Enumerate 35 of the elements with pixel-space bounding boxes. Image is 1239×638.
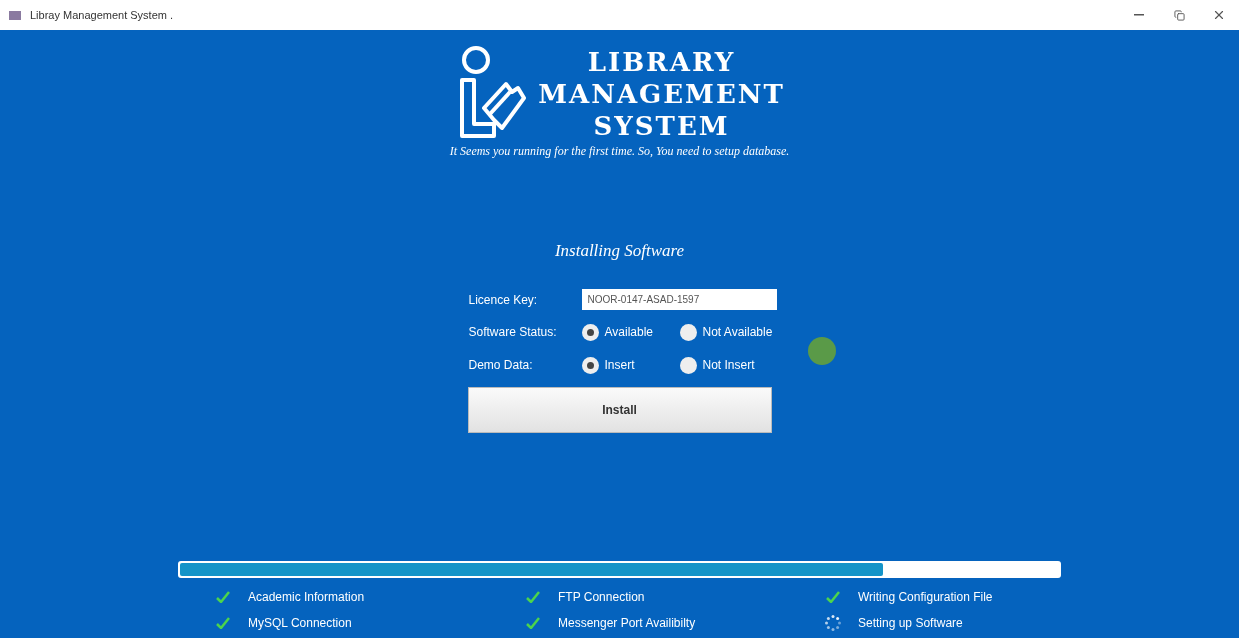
step-label: Academic Information [248, 589, 365, 606]
form-heading: Installing Software [554, 240, 685, 262]
setup-notice: It Seems you running for the first time. So, You need to setup database. [449, 143, 790, 160]
check-icon [216, 617, 230, 629]
check-icon [216, 591, 230, 603]
window-title: Libray Management System . [30, 7, 174, 23]
logo-text: LIBRARY [587, 46, 736, 78]
step-label: MySQL Connection [248, 615, 352, 632]
step-label: FTP Connection [558, 589, 645, 606]
logo-text: SYSTEM [593, 110, 730, 142]
close-icon [1212, 8, 1226, 22]
radio-button[interactable] [679, 356, 697, 374]
radio-button[interactable] [679, 323, 697, 341]
logo-text: MANAGEMENT [538, 78, 785, 110]
check-icon [526, 591, 540, 603]
step-label: Setting up Software [858, 615, 963, 632]
check-icon [826, 591, 840, 603]
field-label: Demo Data: [467, 357, 534, 374]
radio-option[interactable]: Available [581, 323, 670, 341]
field-label: Licence Key: [467, 291, 539, 309]
step-label: Writing Configuration File [858, 589, 993, 606]
radio-button[interactable] [581, 323, 599, 341]
radio-option[interactable]: Not Insert [679, 356, 768, 374]
field-label: Software Status: [467, 324, 558, 341]
restore-icon [1173, 9, 1185, 21]
check-icon [526, 617, 540, 629]
install-button[interactable]: Install [467, 386, 772, 433]
app-icon [8, 9, 22, 21]
minimize-icon [1134, 14, 1144, 16]
radio-button[interactable] [581, 356, 599, 374]
spinner-icon [824, 614, 842, 632]
step-label: Messenger Port Availibilty [558, 615, 696, 632]
radio-option[interactable]: Insert [581, 356, 670, 374]
cursor-highlight-icon [808, 337, 836, 365]
licence-key-field[interactable]: NOOR-0147-ASAD-1597 [581, 289, 777, 310]
